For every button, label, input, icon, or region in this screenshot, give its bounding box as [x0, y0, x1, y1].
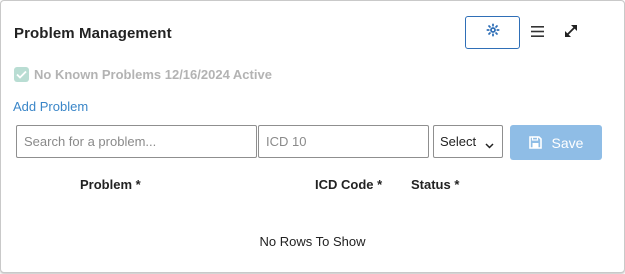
no-known-problems-checkbox[interactable] [14, 67, 29, 82]
problem-search-input[interactable] [16, 125, 257, 158]
checkmark-icon [16, 70, 27, 79]
expand-icon [564, 24, 578, 43]
status-select-value: Select [440, 134, 477, 149]
menu-button[interactable] [527, 23, 547, 43]
hamburger-menu-icon [530, 24, 544, 42]
icd10-input[interactable] [258, 125, 429, 158]
problem-management-panel: Problem Management No Known Problems 12/… [0, 0, 625, 273]
add-problem-link[interactable]: Add Problem [13, 99, 88, 114]
floppy-disk-icon [528, 136, 542, 149]
save-button-label: Save [551, 134, 584, 151]
column-header-status[interactable]: Status * [411, 177, 459, 192]
column-header-icd-code[interactable]: ICD Code * [315, 177, 382, 192]
chevron-down-icon [485, 137, 494, 152]
empty-table-message: No Rows To Show [259, 234, 366, 249]
save-button[interactable]: Save [510, 125, 602, 160]
no-known-problems-row: No Known Problems 12/16/2024 Active [14, 67, 272, 82]
panel-title: Problem Management [14, 25, 172, 42]
gear-icon [486, 23, 500, 42]
column-header-problem[interactable]: Problem * [80, 177, 141, 192]
expand-button[interactable] [561, 23, 581, 43]
status-select[interactable]: Select [433, 125, 503, 158]
no-known-problems-label: No Known Problems 12/16/2024 Active [34, 67, 272, 82]
settings-button[interactable] [465, 16, 520, 49]
